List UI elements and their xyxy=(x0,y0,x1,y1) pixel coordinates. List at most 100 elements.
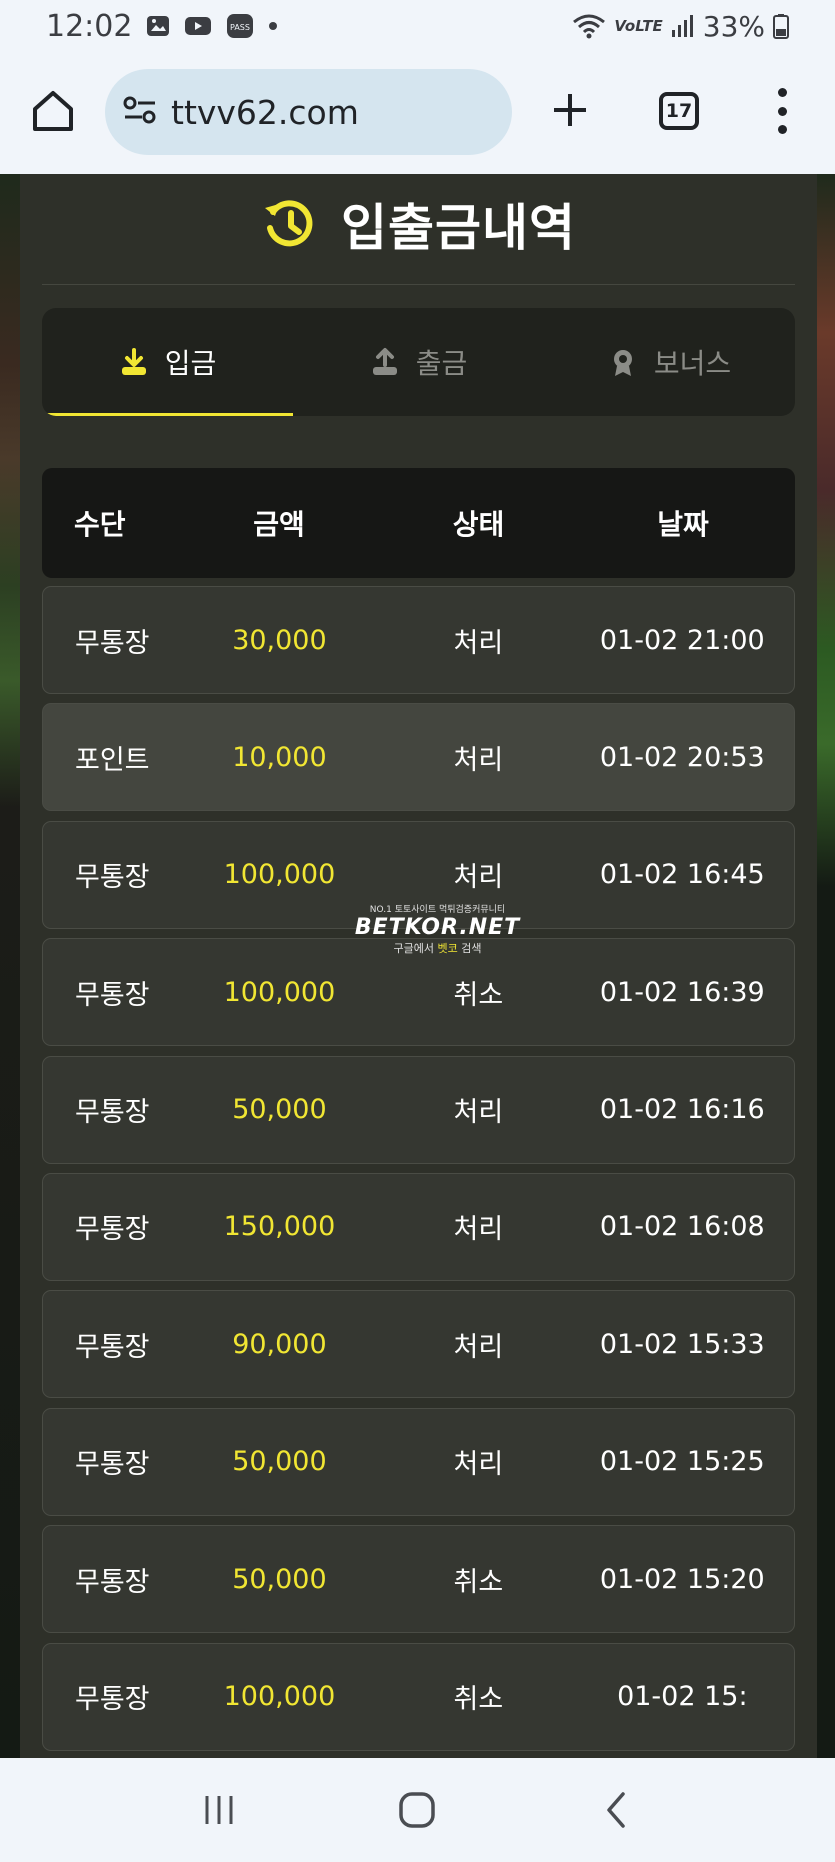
menu-dot xyxy=(777,106,787,116)
table-row[interactable]: 무통장 150,000 처리 01-02 16:08 xyxy=(42,1172,795,1281)
cell-amount: 50,000 xyxy=(232,1563,327,1595)
table-row[interactable]: 무통장 100,000 취소 01-02 15: xyxy=(42,1642,795,1751)
cell-status: 취소 xyxy=(453,979,504,1011)
background-right-image xyxy=(815,174,835,1758)
header-amount: 금액 xyxy=(253,508,305,541)
cell-status: 처리 xyxy=(453,1331,504,1363)
cell-date: 01-02 16:39 xyxy=(599,976,765,1008)
cell-date: 01-02 16:45 xyxy=(599,859,765,891)
menu-dot xyxy=(777,125,787,134)
plus-icon xyxy=(554,94,586,126)
tab-switcher-button[interactable]: 17 xyxy=(659,92,699,130)
cell-date: 01-02 20:53 xyxy=(599,741,765,773)
watermark-hint-post: 검색 xyxy=(457,942,482,955)
web-page: 입출금내역 입금 출금 보너스 수단 금액 상태 날짜 무통장 30,000 처… xyxy=(0,174,835,1758)
system-home-button[interactable] xyxy=(392,1785,442,1835)
back-button[interactable] xyxy=(591,1785,641,1835)
new-tab-button[interactable] xyxy=(548,88,592,132)
cell-date: 01-02 15: xyxy=(617,1681,748,1713)
cell-status: 처리 xyxy=(453,744,504,776)
cell-method: 무통장 xyxy=(75,1566,150,1598)
cell-method: 무통장 xyxy=(75,1684,150,1716)
header-date: 날짜 xyxy=(657,508,709,541)
youtube-icon xyxy=(184,15,212,37)
url-bar[interactable]: ttvv62.com xyxy=(105,69,512,155)
award-icon xyxy=(613,350,632,376)
cell-amount: 30,000 xyxy=(232,624,327,656)
history-panel: 입출금내역 입금 출금 보너스 수단 금액 상태 날짜 무통장 30,000 처… xyxy=(20,174,817,1758)
page-title-row: 입출금내역 xyxy=(20,188,817,260)
cell-method: 무통장 xyxy=(75,862,150,894)
upload-icon xyxy=(372,348,397,375)
cell-date: 01-02 16:16 xyxy=(599,1094,765,1126)
header-method: 수단 xyxy=(74,508,126,541)
cell-amount: 10,000 xyxy=(232,741,327,773)
more-menu-button[interactable] xyxy=(774,88,790,134)
cell-date: 01-02 21:00 xyxy=(599,624,765,656)
watermark-tagline: NO.1 토토사이트 먹튀검증커뮤니티 xyxy=(369,905,506,915)
home-square-icon xyxy=(399,1792,436,1828)
battery-percent: 33% xyxy=(702,9,765,43)
cell-method: 무통장 xyxy=(75,1214,150,1246)
tab-deposit-label: 입금 xyxy=(164,347,217,380)
history-icon xyxy=(265,200,313,247)
cell-method: 무통장 xyxy=(75,1449,150,1481)
cell-status: 처리 xyxy=(453,1097,504,1129)
table-row[interactable]: 무통장 50,000 취소 01-02 15:20 xyxy=(42,1525,795,1634)
signal-icon xyxy=(671,14,695,38)
url-text: ttvv62.com xyxy=(171,92,359,132)
header-status: 상태 xyxy=(452,508,505,541)
cell-status: 취소 xyxy=(453,1684,504,1716)
cell-date: 01-02 15:33 xyxy=(599,1328,765,1360)
page-title: 입출금내역 xyxy=(341,199,576,257)
cell-amount: 50,000 xyxy=(232,1094,327,1126)
cell-status: 처리 xyxy=(453,1449,504,1481)
site-settings-icon[interactable] xyxy=(123,95,157,129)
cell-method: 무통장 xyxy=(75,1097,150,1129)
battery-icon xyxy=(773,13,789,39)
cell-amount: 50,000 xyxy=(232,1446,327,1478)
watermark-search-hint: 구글에서 벳코 검색 xyxy=(350,940,525,956)
system-nav-bar xyxy=(0,1758,835,1862)
tab-bonus-label: 보너스 xyxy=(653,347,732,380)
tab-bonus[interactable]: 보너스 xyxy=(544,308,795,416)
cell-status: 처리 xyxy=(453,1214,504,1246)
cell-method: 포인트 xyxy=(75,744,150,776)
home-icon xyxy=(33,91,73,131)
table-row[interactable]: 무통장 30,000 처리 01-02 21:00 xyxy=(42,586,795,694)
tab-withdraw[interactable]: 출금 xyxy=(293,308,544,416)
menu-dot xyxy=(777,88,787,97)
cell-date: 01-02 16:08 xyxy=(599,1211,765,1243)
cell-method: 무통장 xyxy=(75,1331,150,1363)
recent-apps-icon xyxy=(205,1796,233,1824)
cell-method: 무통장 xyxy=(75,627,150,659)
status-bar: 12:02 PASS VoLTE 33% xyxy=(0,0,835,52)
cell-amount: 90,000 xyxy=(232,1328,327,1360)
cell-status: 처리 xyxy=(453,627,504,659)
table-row[interactable]: 무통장 50,000 처리 01-02 16:16 xyxy=(42,1055,795,1164)
cell-amount: 150,000 xyxy=(223,1211,336,1243)
status-time: 12:02 xyxy=(46,8,133,44)
history-tabs: 입금 출금 보너스 xyxy=(42,308,795,416)
volte-label: VoLTE xyxy=(614,17,663,35)
tab-withdraw-label: 출금 xyxy=(415,347,468,380)
recent-apps-button[interactable] xyxy=(194,1785,244,1835)
table-row[interactable]: 무통장 50,000 처리 01-02 15:25 xyxy=(42,1407,795,1516)
home-button[interactable] xyxy=(30,88,76,134)
table-row[interactable]: 무통장 90,000 처리 01-02 15:33 xyxy=(42,1290,795,1399)
cell-amount: 100,000 xyxy=(223,1681,336,1713)
svg-text:PASS: PASS xyxy=(230,23,250,32)
browser-toolbar: ttvv62.com 17 xyxy=(0,52,835,174)
background-left-image xyxy=(0,174,22,1758)
tab-deposit[interactable]: 입금 xyxy=(42,308,293,416)
cell-status: 처리 xyxy=(453,862,504,894)
back-chevron-icon xyxy=(607,1792,625,1828)
cell-status: 취소 xyxy=(453,1566,504,1598)
cell-method: 무통장 xyxy=(75,979,150,1011)
download-icon xyxy=(121,348,146,375)
title-divider xyxy=(42,284,795,285)
table-row[interactable]: 포인트 10,000 처리 01-02 20:53 xyxy=(42,703,795,812)
watermark-hint-accent: 벳코 xyxy=(437,942,458,955)
wifi-icon xyxy=(572,13,606,39)
cell-date: 01-02 15:25 xyxy=(599,1446,765,1478)
